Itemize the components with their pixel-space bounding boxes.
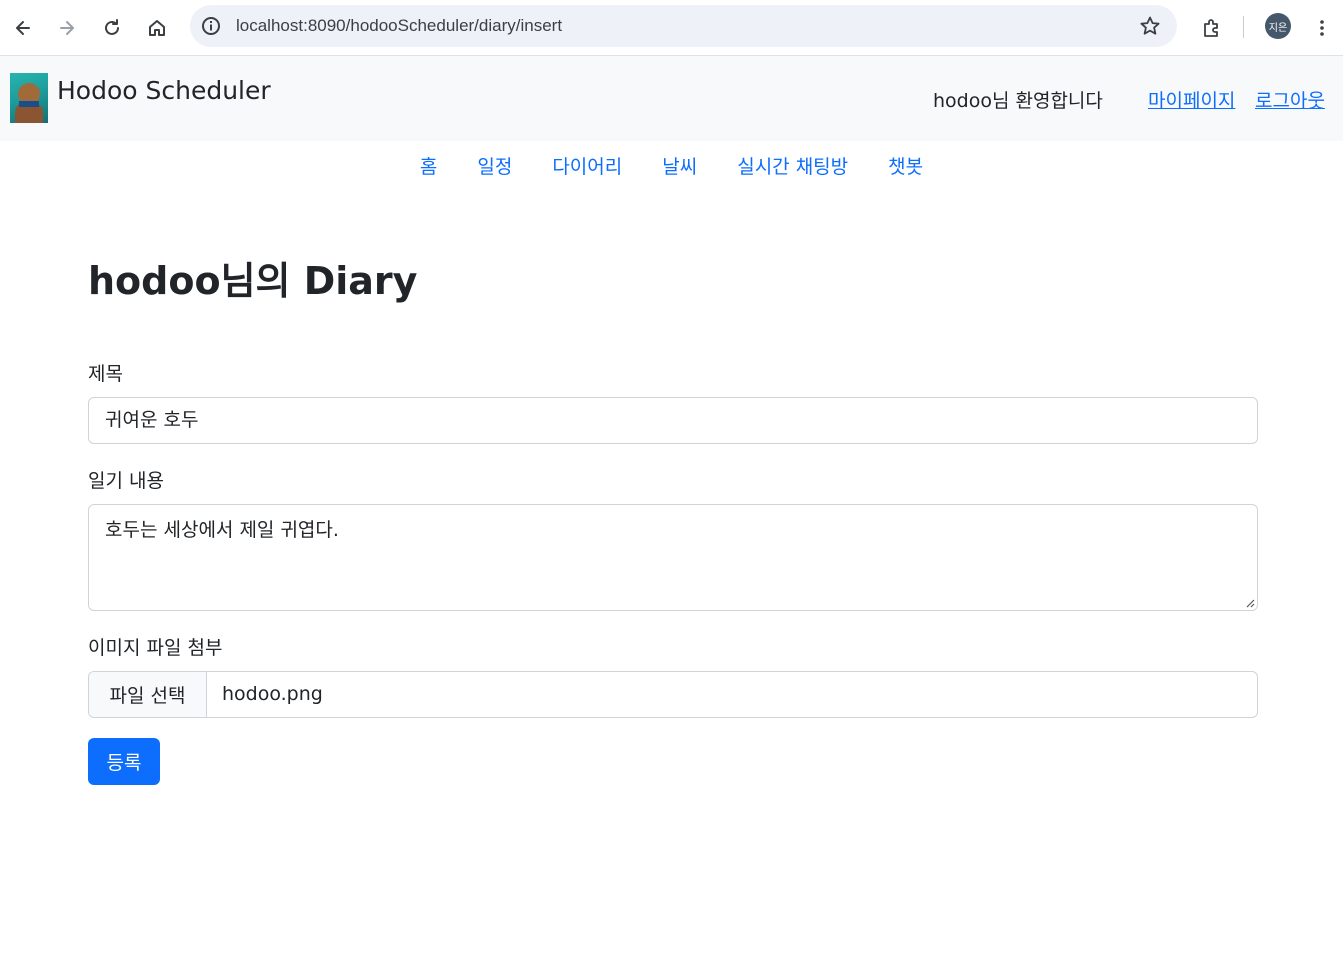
main-nav: 홈 일정 다이어리 날씨 실시간 채팅방 챗봇	[0, 141, 1343, 189]
nav-item-home[interactable]: 홈	[400, 152, 457, 179]
profile-avatar[interactable]: 지은	[1265, 13, 1291, 39]
kebab-menu-icon	[1320, 20, 1324, 36]
arrow-right-icon	[60, 21, 74, 35]
extensions-button[interactable]	[1195, 12, 1227, 44]
choose-file-button[interactable]: 파일 선택	[89, 672, 207, 717]
file-label: 이미지 파일 첨부	[88, 637, 223, 659]
logout-link[interactable]: 로그아웃	[1255, 86, 1325, 113]
mypage-link[interactable]: 마이페이지	[1148, 86, 1235, 113]
resize-grip-icon[interactable]	[1245, 598, 1255, 608]
toolbar-divider	[1243, 16, 1244, 38]
home-button[interactable]	[141, 12, 173, 44]
content-textarea[interactable]: 호두는 세상에서 제일 귀엽다.	[88, 504, 1258, 611]
selected-file-name: hodoo.png	[222, 683, 323, 705]
content-label: 일기 내용	[88, 470, 164, 492]
submit-button[interactable]: 등록	[88, 738, 160, 785]
back-button[interactable]	[7, 12, 39, 44]
welcome-text: hodoo님 환영합니다	[933, 90, 1103, 112]
nav-item-diary[interactable]: 다이어리	[532, 152, 642, 179]
nav-item-weather[interactable]: 날씨	[642, 152, 717, 179]
forward-button[interactable]	[51, 12, 83, 44]
nav-item-schedule[interactable]: 일정	[457, 152, 532, 179]
browser-toolbar: localhost:8090/hodooScheduler/diary/inse…	[0, 0, 1343, 56]
content-text: 호두는 세상에서 제일 귀엽다.	[105, 519, 339, 541]
bookmark-star-icon[interactable]	[1139, 15, 1161, 37]
menu-button[interactable]	[1306, 12, 1338, 44]
app-header: Hodoo Scheduler hodoo님 환영합니다 마이페이지 로그아웃	[0, 56, 1343, 141]
home-icon	[149, 20, 165, 36]
address-bar[interactable]: localhost:8090/hodooScheduler/diary/inse…	[190, 5, 1177, 47]
url-text[interactable]: localhost:8090/hodooScheduler/diary/inse…	[236, 16, 562, 36]
nav-item-chat[interactable]: 실시간 채팅방	[717, 152, 868, 179]
page-title: hodoo님의 Diary	[88, 259, 418, 303]
nav-item-chatbot[interactable]: 챗봇	[868, 152, 943, 179]
file-input[interactable]: 파일 선택 hodoo.png	[88, 671, 1258, 718]
reload-button[interactable]	[96, 12, 128, 44]
brand-name[interactable]: Hodoo Scheduler	[57, 76, 271, 105]
reload-icon	[105, 19, 119, 35]
title-label: 제목	[88, 363, 123, 385]
title-input[interactable]: 귀여운 호두	[88, 397, 1258, 444]
site-info-icon[interactable]	[200, 15, 222, 37]
arrow-left-icon	[16, 21, 30, 35]
brand-logo-image[interactable]	[10, 73, 48, 123]
puzzle-icon	[1204, 19, 1218, 37]
